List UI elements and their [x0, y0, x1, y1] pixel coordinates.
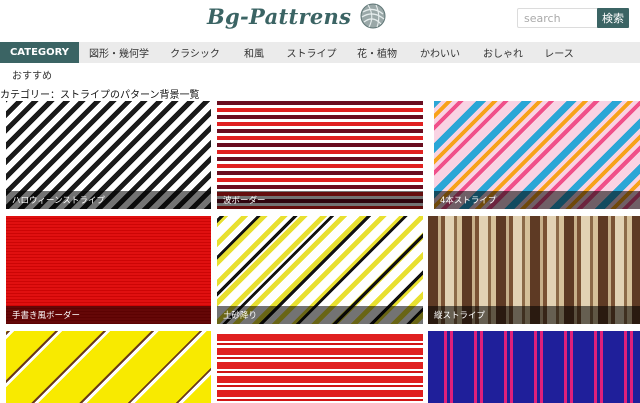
pattern-title: ハロウィーンストライプ [6, 191, 211, 209]
nav-item-lace[interactable]: レース [534, 42, 584, 63]
pattern-tile[interactable]: 波ボーダー [217, 101, 423, 209]
logo-text: Bg-Pattrens [207, 3, 352, 29]
pattern-tile[interactable]: 手書き風ボーダー [6, 216, 211, 324]
pattern-tile[interactable]: 土砂降り [217, 216, 423, 324]
pattern-tile[interactable]: 4本ストライプ [434, 101, 640, 209]
pattern-title: 手書き風ボーダー [6, 306, 211, 324]
pattern-preview [217, 331, 423, 403]
pattern-preview [428, 331, 640, 403]
nav-item-cute[interactable]: かわいい [408, 42, 472, 63]
site-logo[interactable]: Bg-Pattrens [207, 2, 387, 30]
nav-item-stripe[interactable]: ストライプ [277, 42, 346, 63]
nav-item-recommended[interactable]: おすすめ [12, 67, 52, 82]
nav-item-classic[interactable]: クラシック [159, 42, 231, 63]
nav-item-flower-plant[interactable]: 花・植物 [346, 42, 408, 63]
pattern-tile[interactable] [428, 331, 640, 403]
pattern-title: 波ボーダー [217, 191, 423, 209]
search-button[interactable]: 検索 [597, 8, 629, 28]
nav-item-japanese[interactable]: 和風 [231, 42, 277, 63]
category-nav: CATEGORY 図形・幾何学 クラシック 和風 ストライプ 花・植物 かわいい… [0, 42, 640, 63]
pattern-tile[interactable]: 縦ストライプ [428, 216, 640, 324]
pattern-title: 土砂降り [217, 306, 423, 324]
pattern-tile[interactable] [217, 331, 423, 403]
pattern-tile[interactable]: ハロウィーンストライプ [6, 101, 211, 209]
pattern-title: 4本ストライプ [434, 191, 640, 209]
nav-item-geometric[interactable]: 図形・幾何学 [79, 42, 159, 63]
nav-item-stylish[interactable]: おしゃれ [472, 42, 534, 63]
pattern-preview [6, 331, 211, 403]
pattern-tile[interactable] [6, 331, 211, 403]
yarn-ball-icon [360, 3, 386, 29]
page-title: カテゴリー：ストライプのパターン背景一覧 [0, 90, 200, 101]
nav-item-category[interactable]: CATEGORY [0, 42, 79, 63]
pattern-title: 縦ストライプ [428, 306, 640, 324]
site-header: Bg-Pattrens 検索 [0, 0, 640, 42]
search-input[interactable] [517, 8, 603, 28]
